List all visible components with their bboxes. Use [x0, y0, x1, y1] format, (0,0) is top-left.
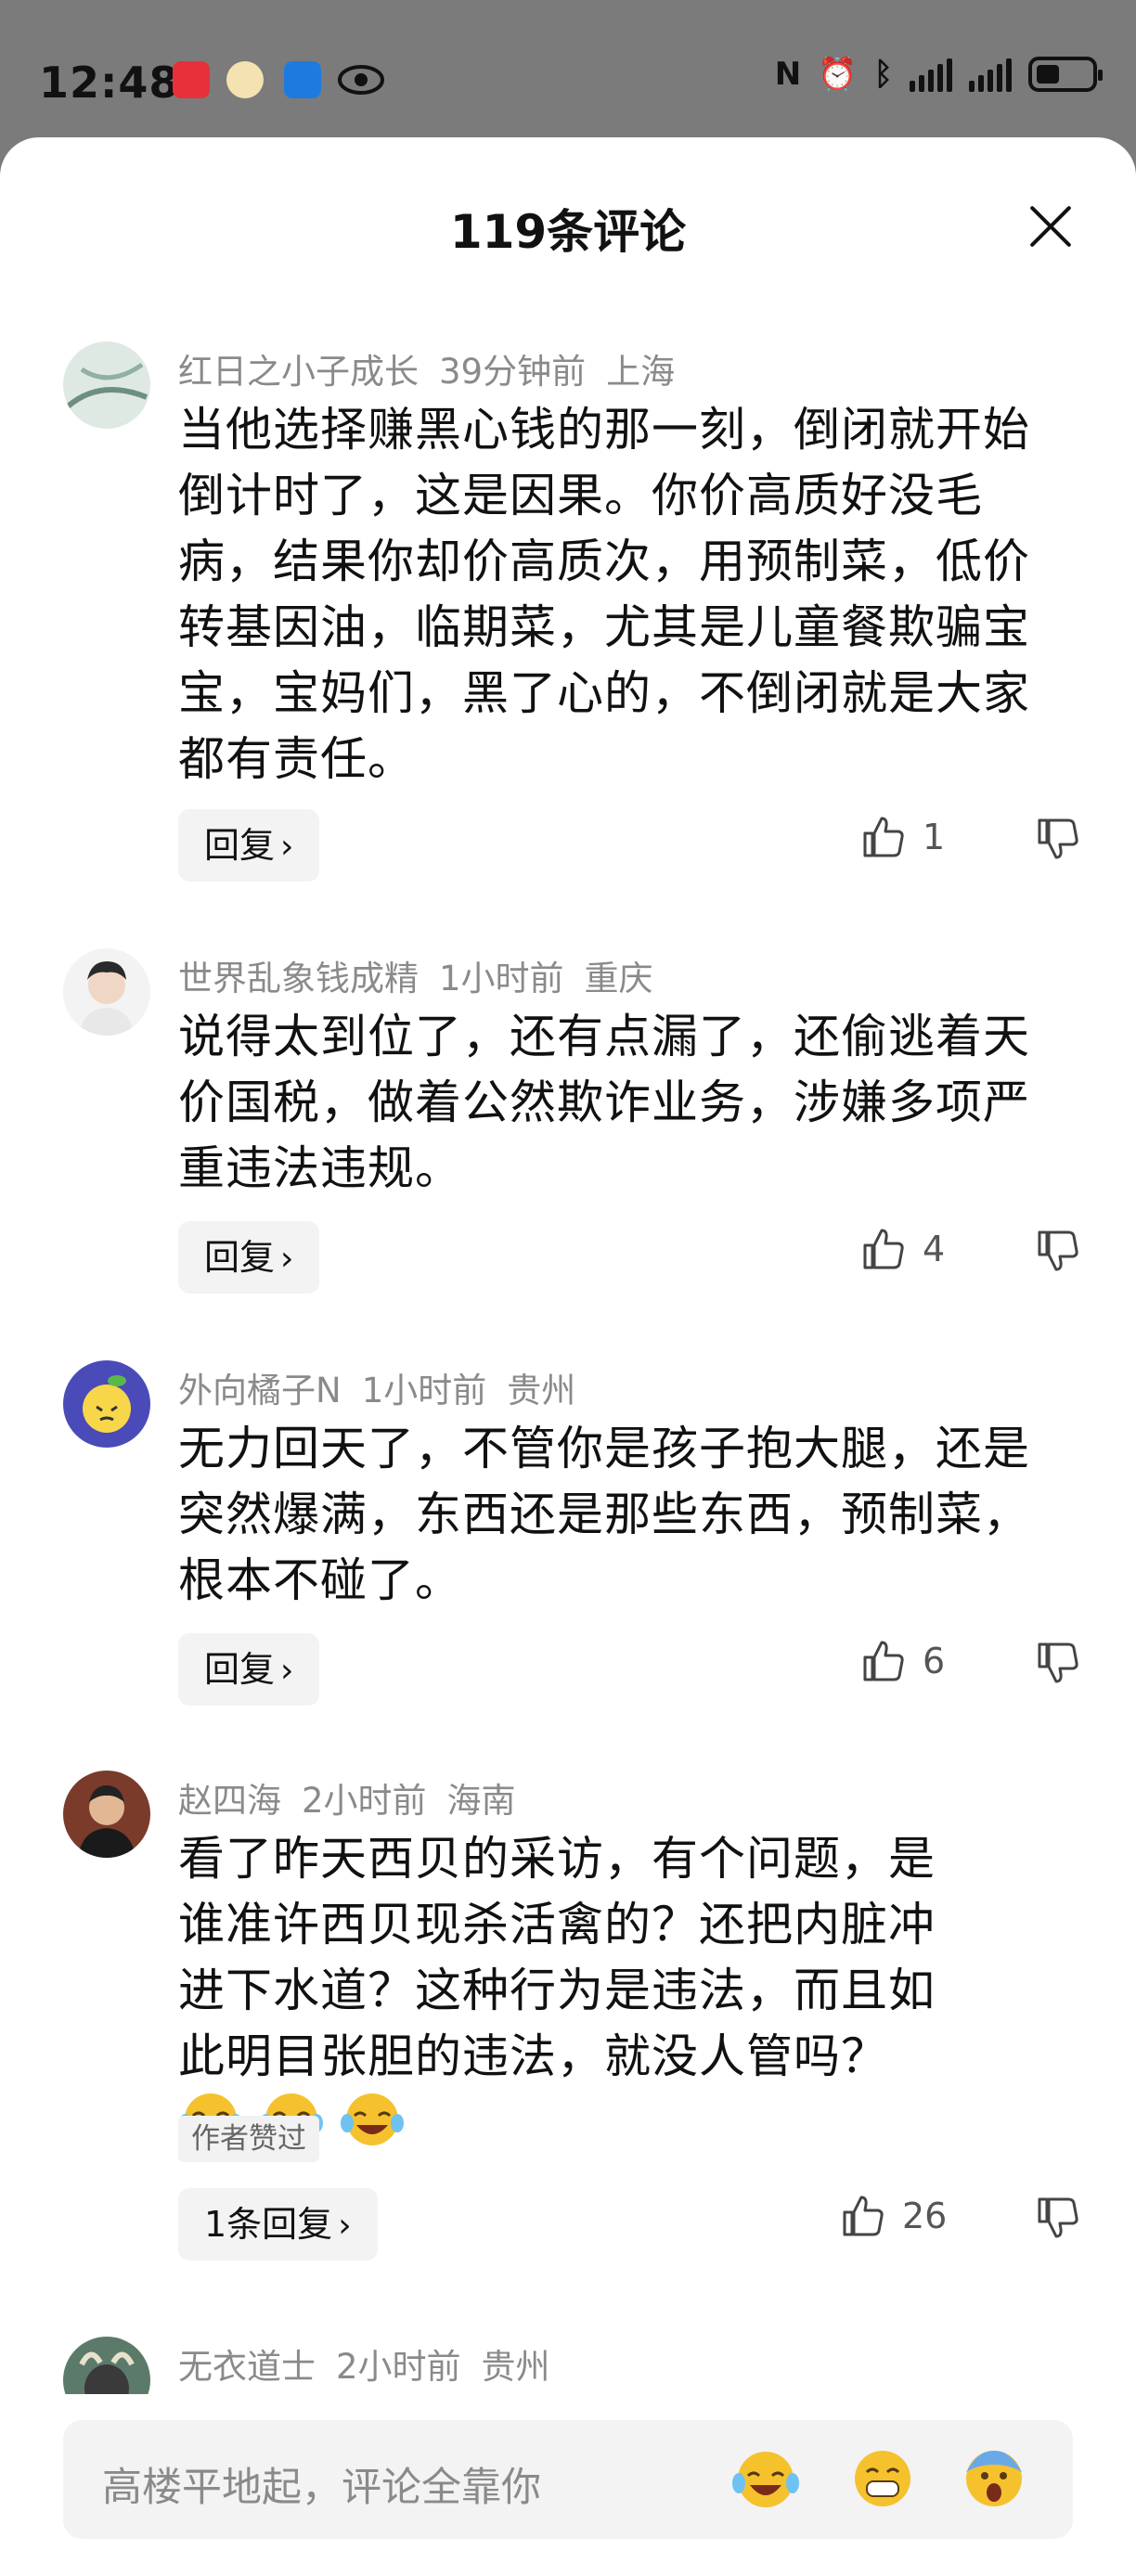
- thumb-up-icon: [863, 817, 904, 857]
- chevron-right-icon: ›: [280, 828, 294, 866]
- comments-sheet: 119条评论 红日之小子成长 39分钟前 上海 当他选择赚黑心钱的那一刻，倒闭就开始…: [0, 137, 1136, 2576]
- emoji-grin-button-icon[interactable]: [848, 2444, 917, 2513]
- chevron-right-icon: ›: [280, 1652, 294, 1690]
- like-count: 6: [923, 1641, 946, 1681]
- comment-text: 看了昨天西贝的采访，有个问题，是谁准许西贝现杀活禽的？还把内脏冲进下水道？这种行…: [178, 1826, 967, 2165]
- sheet-title: 119条评论: [449, 205, 687, 259]
- eye-icon: [338, 65, 384, 95]
- avatar[interactable]: [63, 1360, 150, 1448]
- comment-time: 2小时前: [302, 1781, 427, 1821]
- alarm-icon: ⏰: [818, 56, 858, 93]
- thumb-down-icon[interactable]: [1036, 817, 1080, 861]
- avatar[interactable]: [63, 948, 150, 1036]
- comment-meta: 世界乱象钱成精 1小时前 重庆: [178, 950, 674, 1000]
- comment-text-body: 看了昨天西贝的采访，有个问题，是谁准许西贝现杀活禽的？还把内脏冲进下水道？这种行…: [178, 1832, 936, 2083]
- emoji-laugh-cry-button-icon[interactable]: [731, 2444, 800, 2513]
- app-blue-icon: [284, 61, 321, 98]
- reply-label: 1条回复: [204, 2204, 333, 2245]
- signal-icon-2: [969, 57, 1012, 92]
- comment-username[interactable]: 赵四海: [178, 1781, 281, 1821]
- app-red-icon: [173, 61, 210, 98]
- bluetooth-icon: ᛒ: [873, 56, 893, 93]
- app-yellow-icon: [226, 61, 264, 98]
- like-count: 4: [923, 1229, 946, 1269]
- reply-button[interactable]: 回复 ›: [178, 809, 320, 882]
- comment-location: 上海: [606, 352, 676, 392]
- like-button[interactable]: 6: [861, 1639, 950, 1683]
- chevron-right-icon: ›: [338, 2207, 352, 2245]
- comment-input-placeholder: 高楼平地起，评论全靠你: [102, 2465, 541, 2511]
- like-count: 1: [923, 817, 946, 857]
- status-bar: 12:48 N ⏰ ᛒ: [0, 0, 1136, 139]
- like-button[interactable]: 1: [861, 815, 950, 859]
- avatar[interactable]: [63, 1771, 150, 1858]
- reply-button[interactable]: 回复 ›: [178, 1221, 320, 1294]
- comment-username[interactable]: 世界乱象钱成精: [178, 959, 419, 998]
- thumb-up-icon: [863, 1229, 904, 1269]
- comment-username[interactable]: 无衣道士: [178, 2347, 316, 2387]
- comment-input[interactable]: 高楼平地起，评论全靠你: [63, 2420, 1073, 2539]
- like-button[interactable]: 4: [861, 1227, 950, 1271]
- thumb-down-icon[interactable]: [1036, 1229, 1080, 1273]
- comment-input-bar: 高楼平地起，评论全靠你: [0, 2394, 1136, 2576]
- reply-count-button[interactable]: 1条回复 ›: [178, 2188, 378, 2260]
- thumb-down-icon[interactable]: [1036, 1641, 1080, 1685]
- comment-list[interactable]: 红日之小子成长 39分钟前 上海 当他选择赚黑心钱的那一刻，倒闭就开始倒计时了，这是…: [0, 336, 1136, 2576]
- comment-meta: 红日之小子成长 39分钟前 上海: [178, 343, 695, 393]
- thumb-down-icon[interactable]: [1036, 2196, 1080, 2240]
- comment-location: 海南: [446, 1781, 516, 1821]
- comment-meta: 无衣道士 2小时前 贵州: [178, 2338, 571, 2389]
- reply-label: 回复: [204, 825, 276, 866]
- nfc-icon: N: [774, 56, 802, 93]
- comment-time: 39分钟前: [439, 352, 587, 392]
- thumb-up-icon: [843, 2196, 884, 2236]
- chevron-right-icon: ›: [280, 1240, 294, 1278]
- signal-icon: [910, 57, 952, 92]
- like-button[interactable]: 26: [841, 2194, 947, 2238]
- comment-username[interactable]: 外向橘子N: [178, 1371, 342, 1410]
- status-time: 12:48: [39, 58, 180, 108]
- author-liked-badge: 作者赞过: [178, 2116, 319, 2162]
- comment-time: 1小时前: [439, 959, 564, 998]
- comment-text: 当他选择赚黑心钱的那一刻，倒闭就开始倒计时了，这是因果。你价高质好没毛病，结果你…: [178, 403, 1030, 786]
- emoji-scream-button-icon[interactable]: [960, 2444, 1028, 2513]
- thumb-up-icon: [863, 1641, 904, 1681]
- battery-icon: [1028, 57, 1103, 92]
- comment-text: 说得太到位了，还有点漏了，还偷逃着天价国税，做着公然欺诈业务，涉嫌多项严重违法违…: [178, 1010, 1030, 1195]
- reply-label: 回复: [204, 1649, 276, 1690]
- comment-meta: 赵四海 2小时前 海南: [178, 1772, 536, 1823]
- reply-button[interactable]: 回复 ›: [178, 1633, 320, 1706]
- comment-location: 贵州: [507, 1371, 576, 1410]
- like-count: 26: [902, 2196, 948, 2236]
- comment-location: 贵州: [481, 2347, 550, 2387]
- reply-label: 回复: [204, 1237, 276, 1278]
- avatar[interactable]: [63, 341, 150, 429]
- comment-time: 2小时前: [336, 2347, 461, 2387]
- comment-text: 无力回天了，不管你是孩子抱大腿，还是突然爆满，东西还是那些东西，预制菜，根本不碰…: [178, 1422, 1030, 1607]
- comment-time: 1小时前: [361, 1371, 487, 1410]
- emoji-laugh-cry-icon: [340, 2090, 405, 2165]
- comment-location: 重庆: [584, 959, 653, 998]
- comment-username[interactable]: 红日之小子成长: [178, 352, 419, 392]
- comment-meta: 外向橘子N 1小时前 贵州: [178, 1362, 596, 1412]
- close-icon[interactable]: [1026, 202, 1073, 249]
